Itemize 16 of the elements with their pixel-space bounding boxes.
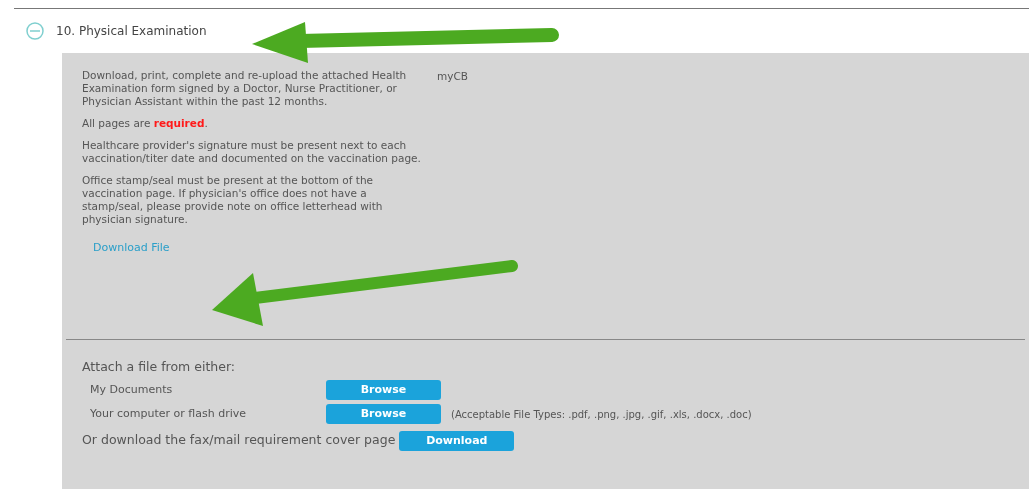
download-link[interactable]: Download File [93, 241, 170, 254]
source-label: My Documents [89, 382, 174, 398]
instruction-text: Download, print, complete and re-upload the attached Health Examination form signed by a Doctor, Nurse Practitioner, or Physician Assistant within the past 12 months. [82, 69, 408, 108]
instruction-text: Healthcare provider's signature must be present next to each vaccination/titer date and documented on the vaccination page. [82, 139, 422, 165]
side-label: myCB [437, 69, 468, 84]
download-button[interactable]: Download [399, 430, 515, 451]
source-label: Your computer or flash drive [89, 406, 247, 422]
instruction-text: Office stamp/seal must be present at the bottom of the vaccination page. If physician's office does not have a stamp/seal, please provide note on office letterhead with physician signature. [82, 174, 384, 226]
browse-button[interactable]: Browse [326, 380, 441, 401]
browse-button[interactable]: Browse [326, 404, 441, 425]
section-title: 10. Physical Examination [56, 23, 207, 40]
file-types-note: (Acceptable File Types: .pdf, .png, .jpg, .gif, .xls, .docx, .doc) [451, 407, 752, 422]
collapse-icon[interactable] [26, 22, 44, 40]
instruction-text: All pages are required. [82, 117, 209, 130]
attach-heading: Attach a file from either: [82, 358, 236, 376]
cover-page-label: Or download the fax/mail requirement cover page [82, 431, 396, 450]
